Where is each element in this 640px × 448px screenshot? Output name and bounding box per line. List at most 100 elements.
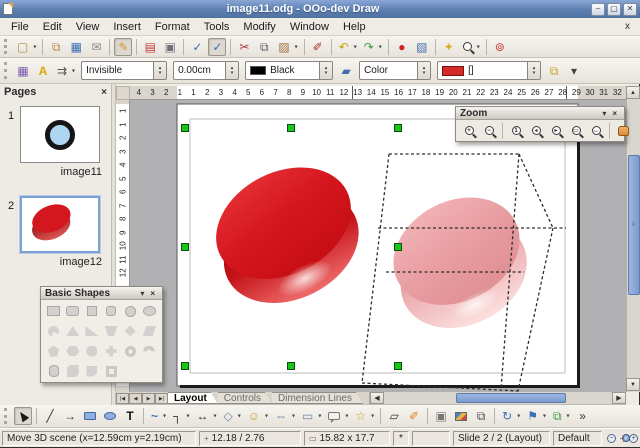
- folded-corner-shape-button[interactable]: [82, 364, 101, 378]
- palette-menu-icon[interactable]: ▾: [137, 289, 147, 298]
- zoom-page-width-button[interactable]: ↔: [587, 122, 605, 140]
- basic-shapes-tool[interactable]: ◇: [221, 407, 243, 425]
- paste-button[interactable]: ▨: [275, 38, 299, 56]
- basic-shapes-palette[interactable]: Basic Shapes ▾ ×: [40, 286, 163, 383]
- page-list-item-image11[interactable]: 1image11: [0, 106, 112, 194]
- shift-button[interactable]: [614, 122, 632, 140]
- last-page-button[interactable]: ▶|: [155, 393, 168, 404]
- fill-style-combo[interactable]: Color: [359, 61, 431, 80]
- zoom-in-button[interactable]: +: [460, 122, 478, 140]
- octagon-shape-button[interactable]: [82, 344, 101, 358]
- drawing-canvas[interactable]: [130, 100, 626, 392]
- scroll-up-button[interactable]: ▲: [626, 86, 640, 99]
- scroll-right-button[interactable]: ▶: [612, 392, 626, 404]
- lines-arrows-tool[interactable]: ↔: [194, 407, 219, 425]
- tab-layout[interactable]: Layout: [168, 392, 218, 404]
- horizontal-scrollbar[interactable]: ◀ ▶: [369, 392, 626, 404]
- print-button[interactable]: ▣: [161, 38, 179, 56]
- chart-button[interactable]: ●: [393, 38, 411, 56]
- circle-shape-button[interactable]: [121, 304, 140, 318]
- trapezoid-shape-button[interactable]: [101, 324, 120, 338]
- fill-color-spinner[interactable]: [527, 62, 540, 79]
- line-width-spinner[interactable]: [225, 62, 238, 79]
- page-thumbnail[interactable]: [20, 106, 100, 163]
- right-triangle-shape-button[interactable]: [82, 324, 101, 338]
- line-color-combo[interactable]: Black: [245, 61, 333, 80]
- callouts-tool[interactable]: [325, 407, 350, 425]
- zoom-slider[interactable]: − +: [607, 434, 638, 443]
- parallelogram-shape-button[interactable]: [140, 324, 159, 338]
- menu-window[interactable]: Window: [283, 20, 336, 34]
- edit-file-button[interactable]: ✎: [114, 38, 132, 56]
- block-arc-shape-button[interactable]: [140, 344, 159, 358]
- menu-tools[interactable]: Tools: [197, 20, 237, 34]
- rectangle-shape-button[interactable]: [44, 304, 63, 318]
- titlebar[interactable]: image11.odg - OOo-dev Draw – ▢ ✕: [0, 0, 640, 18]
- arrow-style-button[interactable]: ⇉: [54, 62, 77, 80]
- frame-shape-button[interactable]: [101, 364, 120, 378]
- selection-handle[interactable]: [288, 363, 295, 370]
- symbol-shapes-tool[interactable]: ☺: [245, 407, 270, 425]
- auto-spellcheck-button[interactable]: ✓: [208, 38, 226, 56]
- block-arrows-tool[interactable]: ⇔: [272, 407, 297, 425]
- rotate-tool[interactable]: ↻: [499, 407, 522, 425]
- zoom-entire-page-button[interactable]: ▭: [567, 122, 585, 140]
- clone-formatting-button[interactable]: ✐: [309, 38, 327, 56]
- styles-button[interactable]: ▦: [14, 62, 32, 80]
- connector-tool[interactable]: ┐: [170, 407, 192, 425]
- cylinder-shape-button[interactable]: [44, 364, 63, 378]
- ellipse-tool[interactable]: [101, 407, 119, 425]
- tab-dimension-lines[interactable]: Dimension Lines: [272, 392, 363, 404]
- alignment-tool[interactable]: ⚑: [524, 407, 548, 425]
- toolbar-grip[interactable]: [4, 408, 9, 423]
- zoom-out-button[interactable]: −: [480, 122, 498, 140]
- text-tool[interactable]: T: [121, 407, 139, 425]
- menu-modify[interactable]: Modify: [236, 20, 282, 34]
- arrow-tool[interactable]: →: [61, 407, 79, 425]
- tab-controls[interactable]: Controls: [218, 392, 272, 404]
- selection-handle[interactable]: [395, 363, 402, 370]
- page-thumbnail[interactable]: [20, 196, 100, 253]
- square-shape-button[interactable]: [82, 304, 101, 318]
- points-tool[interactable]: ▱: [385, 407, 403, 425]
- close-button[interactable]: ✕: [623, 3, 637, 16]
- pages-panel-close-icon[interactable]: ×: [101, 87, 107, 98]
- palette-menu-icon[interactable]: ▾: [599, 109, 609, 118]
- menu-edit[interactable]: Edit: [36, 20, 69, 34]
- toolbar-grip[interactable]: [4, 39, 9, 54]
- ellipse-shape-button[interactable]: [140, 304, 159, 318]
- zoom-palette[interactable]: Zoom ▾ × +−1◂▸▭↔: [455, 106, 625, 142]
- fill-color-combo[interactable]: []: [437, 61, 541, 80]
- rectangle-tool[interactable]: [81, 407, 99, 425]
- fill-style-spinner[interactable]: [417, 62, 430, 79]
- zoom-previous-button[interactable]: ◂: [527, 122, 545, 140]
- diamond-shape-button[interactable]: [121, 324, 140, 338]
- curve-tool[interactable]: ~: [148, 407, 168, 425]
- minimize-button[interactable]: –: [591, 3, 605, 16]
- ring-shape-button[interactable]: [121, 344, 140, 358]
- line-style-combo[interactable]: Invisible: [81, 61, 167, 80]
- redo-button[interactable]: ↷: [361, 38, 384, 56]
- cut-button[interactable]: ✂: [235, 38, 253, 56]
- line-style-spinner[interactable]: [153, 62, 166, 79]
- copy-button[interactable]: ⧉: [255, 38, 273, 56]
- hexagon-shape-button[interactable]: [63, 344, 82, 358]
- status-slide-indicator[interactable]: Slide 2 / 2 (Layout): [453, 431, 550, 446]
- cross-shape-button[interactable]: [101, 344, 120, 358]
- zoom-in-icon[interactable]: +: [629, 434, 638, 443]
- basic-shapes-titlebar[interactable]: Basic Shapes ▾ ×: [41, 287, 162, 300]
- area-style-button[interactable]: ▰: [337, 62, 355, 80]
- insert-picture-tool[interactable]: ▣: [432, 407, 450, 425]
- palette-close-icon[interactable]: ×: [147, 289, 158, 298]
- next-page-button[interactable]: ▶: [142, 393, 155, 404]
- navigator-button[interactable]: ✦: [440, 38, 458, 56]
- selection-handle[interactable]: [395, 125, 402, 132]
- toolbar-grip[interactable]: [4, 62, 9, 80]
- scroll-left-button[interactable]: ◀: [370, 392, 384, 404]
- vertical-scroll-thumb[interactable]: ≡: [628, 155, 640, 295]
- shadow-button[interactable]: ⧉: [545, 62, 563, 80]
- fontwork-gallery-button[interactable]: A: [34, 62, 52, 80]
- new-document-button[interactable]: ▢: [14, 38, 38, 56]
- toolbar-options-button[interactable]: ▾: [565, 62, 583, 80]
- status-page-style[interactable]: Default: [553, 431, 602, 446]
